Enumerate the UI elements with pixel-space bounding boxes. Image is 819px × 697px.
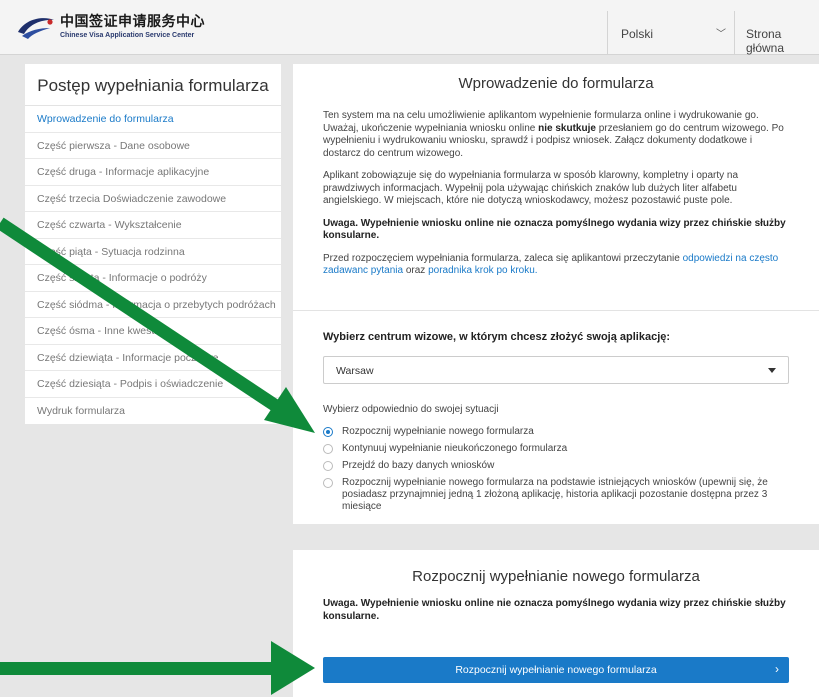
sidebar-item-part9[interactable]: Część dziewiąta - Informacje pocztowe (25, 345, 281, 371)
logo-chinese-text: 中国签证申请服务中心 (60, 14, 205, 30)
sidebar-item-introduction[interactable]: Wprowadzenie do formularza (25, 106, 281, 133)
chevron-right-icon: › (775, 662, 779, 676)
start-title: Rozpocznij wypełnianie nowego formularza (412, 568, 700, 585)
intro-warning: Uwaga. Wypełnienie wniosku online nie oz… (323, 217, 786, 242)
radio-button[interactable] (323, 478, 333, 488)
sidebar-item-part10[interactable]: Część dziesiąta - Podpis i oświadczenie (25, 371, 281, 398)
start-button-label: Rozpocznij wypełnianie nowego formularza (455, 664, 657, 676)
situation-radio-group: Rozpocznij wypełnianie nowego formularza… (323, 426, 793, 518)
annotation-arrow-to-button (0, 641, 315, 695)
intro-text: oraz (403, 265, 429, 276)
home-link[interactable]: Strona główna (734, 11, 819, 55)
sidebar-item-part1[interactable]: Część pierwsza - Dane osobowe (25, 133, 281, 159)
intro-body: Ten system ma na celu umożliwienie aplik… (323, 110, 791, 288)
radio-label: Rozpocznij wypełnianie nowego formularza (342, 426, 534, 437)
language-select[interactable]: Polski ﹀ (607, 11, 734, 55)
site-logo[interactable]: 中国签证申请服务中心 Chinese Visa Application Serv… (16, 14, 205, 40)
site-header: 中国签证申请服务中心 Chinese Visa Application Serv… (0, 0, 819, 55)
intro-emphasis: nie skutkuje (538, 122, 596, 134)
start-panel: Rozpocznij wypełnianie nowego formularza… (293, 550, 819, 697)
radio-option-continue[interactable]: Kontynuuj wypełnianie nieukończonego for… (323, 443, 793, 455)
intro-panel: Wprowadzenie do formularza Ten system ma… (293, 64, 819, 310)
logo-swoosh-icon (18, 18, 54, 39)
situation-label: Wybierz odpowiednio do swojej sytuacji (323, 404, 499, 415)
center-label: Wybierz centrum wizowe, w którym chcesz … (323, 331, 671, 343)
start-warning: Uwaga. Wypełnienie wniosku online nie oz… (323, 598, 786, 622)
radio-option-database[interactable]: Przejdź do bazy danych wniosków (323, 460, 793, 472)
radio-option-new[interactable]: Rozpocznij wypełnianie nowego formularza (323, 426, 793, 438)
radio-label: Kontynuuj wypełnianie nieukończonego for… (342, 443, 568, 454)
logo-english-text: Chinese Visa Application Service Center (60, 32, 195, 39)
chevron-down-icon: ﹀ (716, 29, 726, 40)
sidebar-title: Postęp wypełniania formularza (25, 64, 281, 106)
center-panel: Wybierz centrum wizowe, w którym chcesz … (293, 310, 819, 524)
sidebar-item-part5[interactable]: Część piąta - Sytuacja rodzinna (25, 239, 281, 265)
language-value: Polski (621, 27, 654, 41)
sidebar-item-part4[interactable]: Część czwarta - Wykształcenie (25, 212, 281, 239)
sidebar-item-part7[interactable]: Część siódma - Informacja o przebytych p… (25, 292, 281, 318)
intro-paragraph-2: Aplikant zobowiązuje się do wypełniania … (323, 170, 739, 206)
progress-sidebar: Postęp wypełniania formularza Wprowadzen… (25, 64, 281, 424)
visa-center-value: Warsaw (336, 365, 374, 377)
sidebar-item-print[interactable]: Wydruk formularza (25, 398, 281, 425)
visa-center-select[interactable]: Warsaw (323, 356, 789, 384)
guide-link[interactable]: poradnika krok po kroku. (428, 265, 538, 276)
caret-down-icon (768, 368, 776, 373)
sidebar-item-part2[interactable]: Część druga - Informacje aplikacyjne (25, 159, 281, 186)
intro-paragraph-1: Ten system ma na celu umożliwienie aplik… (323, 110, 791, 160)
sidebar-item-part3[interactable]: Część trzecia Doświadczenie zawodowe (25, 186, 281, 212)
radio-label: Przejdź do bazy danych wniosków (342, 460, 495, 471)
intro-paragraph-4: Przed rozpoczęciem wypełniania formularz… (323, 253, 791, 278)
intro-text: Przed rozpoczęciem wypełniania formularz… (323, 252, 683, 264)
radio-label: Rozpocznij wypełnianie nowego formularza… (342, 477, 768, 512)
start-new-form-button[interactable]: Rozpocznij wypełnianie nowego formularza… (323, 657, 789, 683)
radio-button[interactable] (323, 444, 333, 454)
intro-title: Wprowadzenie do formularza (458, 75, 654, 92)
radio-button[interactable] (323, 461, 333, 471)
radio-option-from-existing[interactable]: Rozpocznij wypełnianie nowego formularza… (323, 477, 793, 513)
sidebar-item-part6[interactable]: Część szósta - Informacje o podróży (25, 265, 281, 292)
radio-button[interactable] (323, 427, 333, 437)
sidebar-item-part8[interactable]: Część ósma - Inne kwestie (25, 318, 281, 345)
home-link-label: Strona główna (746, 27, 785, 55)
